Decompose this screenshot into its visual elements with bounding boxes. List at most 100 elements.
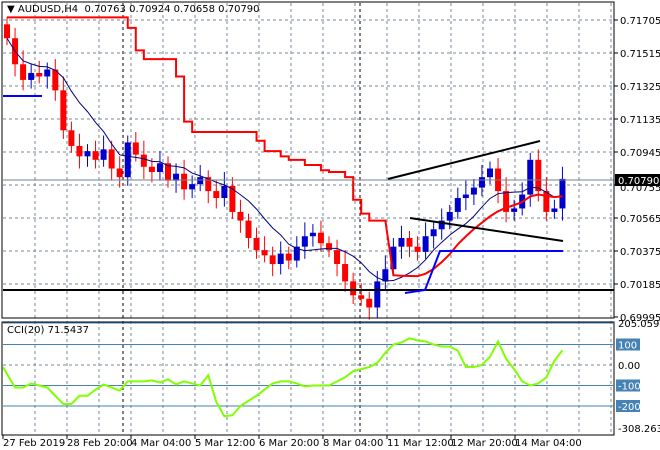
- time-label: 14 Mar 04:00: [515, 438, 582, 449]
- time-label: 28 Feb 20:00: [67, 438, 133, 449]
- candle-body: [487, 168, 493, 178]
- candle-body: [245, 220, 252, 238]
- candle-body: [100, 149, 107, 160]
- cci-axis-label: 0.00: [618, 361, 640, 372]
- main-pane-border: [1, 1, 615, 319]
- candles: [4, 17, 566, 320]
- time-label: 5 Mar 12:00: [195, 438, 255, 449]
- candle-body: [181, 173, 188, 190]
- time-label: 12 Mar 20:00: [451, 438, 518, 449]
- candle-body: [269, 255, 276, 265]
- candle-body: [543, 191, 550, 212]
- candle-body: [221, 185, 228, 199]
- candle-body: [317, 232, 324, 244]
- candle-body: [454, 198, 461, 212]
- price-tick-label: 0.71515: [620, 49, 660, 60]
- price-tick-label: 0.70185: [620, 280, 660, 291]
- candle-body: [60, 90, 67, 131]
- time-label: 8 Mar 04:00: [323, 438, 383, 449]
- candle-body: [261, 250, 268, 256]
- candle-body: [197, 177, 204, 185]
- candle-body: [342, 264, 349, 282]
- grid: [3, 3, 614, 434]
- cci-axis-label: -308.2639: [618, 424, 660, 435]
- candle-body: [68, 130, 75, 146]
- candle-body: [398, 237, 405, 247]
- candle-body: [253, 237, 260, 251]
- candle-body: [382, 269, 389, 282]
- candle-body: [140, 154, 147, 167]
- time-axis: 27 Feb 2019 28 Feb 20:004 Mar 04:00 5 Mar …: [2, 435, 582, 449]
- cci-axis: 205.059 100 0.00 -100 -200 -308.2639: [616, 319, 660, 435]
- candle-body: [148, 166, 155, 172]
- candle-body: [4, 24, 10, 39]
- candle-body: [551, 208, 558, 212]
- time-label: 6 Mar 20:00: [259, 438, 319, 449]
- candle-body: [511, 208, 518, 212]
- candle-body: [28, 72, 35, 80]
- candle-body: [213, 191, 220, 199]
- cci-line: [2, 337, 564, 418]
- candle-body: [20, 64, 27, 80]
- candle-body: [301, 236, 308, 247]
- candle-body: [350, 281, 357, 296]
- cci-axis-label: 205.059: [618, 319, 659, 330]
- candle-body: [285, 253, 292, 261]
- candle-body: [44, 69, 51, 77]
- price-tick-label: 0.71135: [620, 115, 660, 126]
- candle-body: [132, 142, 139, 155]
- cci-axis-label: -100: [618, 382, 641, 393]
- time-label: 4 Mar 04:00: [131, 438, 191, 449]
- candle-body: [406, 237, 413, 247]
- symbol-icon: ▼: [7, 4, 18, 15]
- candle-body: [559, 178, 566, 209]
- cci-axis-label: -200: [618, 402, 641, 413]
- price-tick-label: 0.70945: [620, 148, 660, 159]
- candle-body: [535, 159, 542, 192]
- candle-body: [156, 163, 163, 172]
- candle-body: [84, 151, 91, 157]
- symbol-label: AUDUSD,H4: [17, 4, 79, 15]
- chart-title: ▼ AUDUSD,H4 0.70763 0.70924 0.70658 0.70…: [7, 4, 260, 15]
- cci-title: CCI(20) 71.5437: [7, 325, 89, 336]
- current-price-label: 0.70790: [618, 176, 659, 187]
- low-value: 0.70658: [173, 4, 215, 15]
- price-tick-label: 0.71325: [620, 82, 660, 93]
- cci-pane-border: [1, 321, 615, 436]
- open-value: 0.70763: [84, 4, 126, 15]
- candle-body: [478, 177, 485, 188]
- price-tick-label: 0.70565: [620, 214, 660, 225]
- high-value: 0.70924: [129, 4, 171, 15]
- candle-body: [470, 187, 477, 195]
- candle-body: [108, 149, 115, 169]
- price-tick-label: 0.70375: [620, 247, 660, 258]
- chart-canvas[interactable]: 0.71705 0.71515 0.71325 0.71135 0.70945 0.705…: [0, 0, 660, 450]
- cci-axis-label: 100: [618, 341, 637, 352]
- ma-blue-line: [6, 37, 563, 282]
- candle-body: [527, 159, 534, 195]
- candle-body: [277, 253, 284, 265]
- close-value: 0.70790: [218, 4, 260, 15]
- candle-body: [446, 211, 453, 221]
- upper-trendline[interactable]: [387, 140, 541, 180]
- candle-body: [229, 185, 236, 212]
- candle-body: [189, 184, 196, 190]
- candle-body: [366, 298, 373, 308]
- candle-body: [237, 211, 244, 221]
- candle-body: [124, 142, 131, 178]
- candle-body: [462, 194, 469, 199]
- time-label: 11 Mar 12:00: [387, 438, 454, 449]
- ma-red-line: [7, 16, 563, 278]
- chart-window: 0.71705 0.71515 0.71325 0.71135 0.70945 0.705…: [0, 0, 660, 450]
- candle-body: [430, 229, 437, 237]
- price-tick-label: 0.71705: [620, 16, 660, 27]
- candle-body: [36, 72, 43, 77]
- candle-body: [334, 250, 341, 265]
- candle-body: [116, 168, 123, 178]
- candle-body: [92, 151, 99, 160]
- candle-body: [422, 236, 429, 252]
- cci-levels: [3, 322, 614, 407]
- time-label: 27 Feb 2019: [3, 438, 65, 449]
- candle-body: [309, 232, 316, 237]
- candle-body: [76, 145, 83, 157]
